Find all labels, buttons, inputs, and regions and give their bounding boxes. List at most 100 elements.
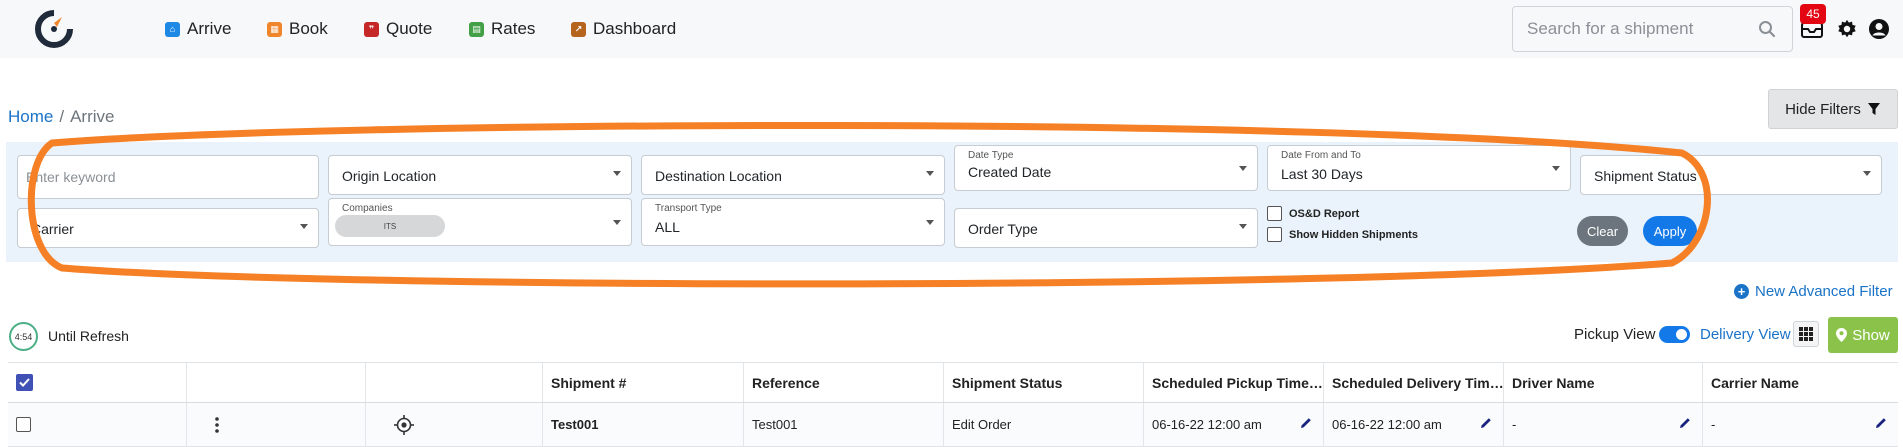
more-vertical-icon[interactable]: [215, 416, 219, 433]
cell-carrier-name: -: [1703, 403, 1898, 446]
cell-shipment-status: Edit Order: [944, 403, 1144, 446]
new-advanced-filter-link[interactable]: + New Advanced Filter: [1734, 283, 1893, 300]
row-locate-cell: [366, 403, 543, 446]
company-chip[interactable]: ITS: [335, 215, 445, 237]
header-shipment-status[interactable]: Shipment Status: [944, 363, 1144, 402]
edit-pencil-icon[interactable]: [1678, 416, 1692, 430]
search-icon[interactable]: [1758, 20, 1776, 38]
hide-filters-button[interactable]: Hide Filters: [1768, 89, 1898, 129]
show-map-button[interactable]: Show: [1828, 317, 1898, 353]
chevron-down-icon: [926, 171, 934, 176]
table-row[interactable]: Test001 Test001 Edit Order 06-16-22 12:0…: [8, 403, 1898, 447]
keyword-input[interactable]: [26, 158, 306, 196]
date-type-select[interactable]: Date Type Created Date: [954, 145, 1258, 191]
chevron-down-icon: [1863, 171, 1871, 176]
transport-type-select[interactable]: Transport Type ALL: [641, 198, 945, 246]
keyword-field: [17, 155, 319, 199]
row-checkbox[interactable]: [16, 417, 31, 432]
chevron-down-icon: [1552, 166, 1560, 171]
scheduled-pickup-value: 06-16-22 12:00 am: [1152, 417, 1262, 432]
chevron-down-icon: [1239, 166, 1247, 171]
nav-quote[interactable]: ❞ Quote: [364, 19, 432, 39]
search-input[interactable]: [1527, 7, 1747, 51]
app-logo[interactable]: [34, 9, 74, 49]
chevron-down-icon: [1239, 224, 1247, 229]
osd-report-label: OS&D Report: [1289, 207, 1360, 220]
cell-scheduled-pickup: 06-16-22 12:00 am: [1144, 403, 1324, 446]
header-actions: [187, 363, 366, 402]
pickup-view-label[interactable]: Pickup View: [1574, 326, 1655, 343]
nav-book[interactable]: ▦ Book: [267, 19, 328, 39]
carrier-value: Carrier: [31, 221, 74, 237]
grid-view-button[interactable]: [1793, 321, 1819, 347]
grid-icon: [1799, 327, 1813, 341]
destination-location-select[interactable]: Destination Location: [641, 155, 945, 195]
chart-icon: ↗: [571, 21, 586, 37]
user-account-icon[interactable]: [1868, 18, 1890, 40]
edit-pencil-icon[interactable]: [1874, 416, 1888, 430]
show-hidden-checkbox[interactable]: [1267, 227, 1282, 242]
select-all-checkbox[interactable]: [16, 374, 33, 391]
header-shipment-number[interactable]: Shipment #: [543, 363, 744, 402]
toggle-knob: [1676, 329, 1687, 340]
chevron-down-icon: [300, 224, 308, 229]
chevron-down-icon: [926, 220, 934, 225]
until-refresh-label: Until Refresh: [48, 328, 129, 344]
carrier-name-value: -: [1711, 417, 1716, 432]
nav-dashboard[interactable]: ↗ Dashboard: [571, 19, 676, 39]
date-range-select[interactable]: Date From and To Last 30 Days: [1267, 145, 1571, 191]
nav-arrive[interactable]: ⌂ Arrive: [165, 19, 231, 39]
date-range-label: Date From and To: [1281, 150, 1361, 161]
transport-type-label: Transport Type: [655, 203, 722, 214]
clear-button[interactable]: Clear: [1577, 216, 1628, 246]
carrier-select[interactable]: Carrier: [17, 208, 319, 248]
breadcrumb: Home / Arrive: [8, 107, 115, 127]
order-type-select[interactable]: Order Type: [954, 208, 1258, 248]
new-advanced-filter-label: New Advanced Filter: [1755, 283, 1893, 300]
header-driver-name[interactable]: Driver Name: [1504, 363, 1703, 402]
companies-select[interactable]: Companies ITS: [328, 198, 632, 246]
osd-report-checkbox[interactable]: [1267, 206, 1282, 221]
top-navbar: ⌂ Arrive ▦ Book ❞ Quote ▤ Rates ↗ Dashbo…: [0, 0, 1903, 58]
header-scheduled-pickup[interactable]: Scheduled Pickup Time…: [1144, 363, 1324, 402]
map-pin-icon: [1836, 328, 1848, 342]
breadcrumb-home[interactable]: Home: [8, 107, 53, 127]
apply-button[interactable]: Apply: [1643, 216, 1697, 246]
gear-icon[interactable]: [1836, 18, 1858, 40]
hide-filters-label: Hide Filters: [1785, 100, 1861, 118]
shipment-status-select[interactable]: Shipment Status: [1580, 155, 1882, 195]
notification-badge: 45: [1800, 4, 1826, 24]
header-carrier-name[interactable]: Carrier Name: [1703, 363, 1898, 402]
view-toggle[interactable]: [1659, 326, 1690, 343]
driver-name-value: -: [1512, 417, 1517, 432]
nav-arrive-label: Arrive: [187, 19, 232, 38]
cell-driver-name: -: [1504, 403, 1703, 446]
show-hidden-checkbox-row[interactable]: Show Hidden Shipments: [1267, 227, 1418, 242]
filter-icon: [1867, 103, 1880, 115]
origin-location-select[interactable]: Origin Location: [328, 155, 632, 195]
nav-dashboard-label: Dashboard: [593, 19, 677, 38]
nav-rates[interactable]: ▤ Rates: [469, 19, 535, 39]
crosshair-icon[interactable]: [394, 414, 414, 435]
calendar-icon: ▦: [267, 21, 282, 37]
osd-report-checkbox-row[interactable]: OS&D Report: [1267, 206, 1359, 221]
edit-pencil-icon[interactable]: [1479, 416, 1493, 430]
cell-reference: Test001: [744, 403, 944, 446]
shipment-status-value: Shipment Status: [1594, 168, 1697, 184]
header-scheduled-delivery[interactable]: Scheduled Delivery Tim…: [1324, 363, 1504, 402]
show-label: Show: [1852, 326, 1890, 344]
delivery-view-label[interactable]: Delivery View: [1700, 326, 1791, 343]
table-header: Shipment # Reference Shipment Status Sch…: [8, 362, 1898, 403]
breadcrumb-current: Arrive: [70, 107, 115, 126]
home-icon: ⌂: [165, 21, 180, 37]
cell-shipment-number[interactable]: Test001: [543, 403, 744, 446]
nav-book-label: Book: [289, 19, 328, 38]
header-locate: [366, 363, 543, 402]
breadcrumb-separator: /: [59, 107, 65, 126]
edit-pencil-icon[interactable]: [1299, 416, 1313, 430]
companies-label: Companies: [342, 203, 393, 214]
show-hidden-label: Show Hidden Shipments: [1289, 228, 1418, 241]
header-reference[interactable]: Reference: [744, 363, 944, 402]
shipments-table: Shipment # Reference Shipment Status Sch…: [8, 362, 1898, 447]
date-type-value: Created Date: [968, 164, 1052, 180]
